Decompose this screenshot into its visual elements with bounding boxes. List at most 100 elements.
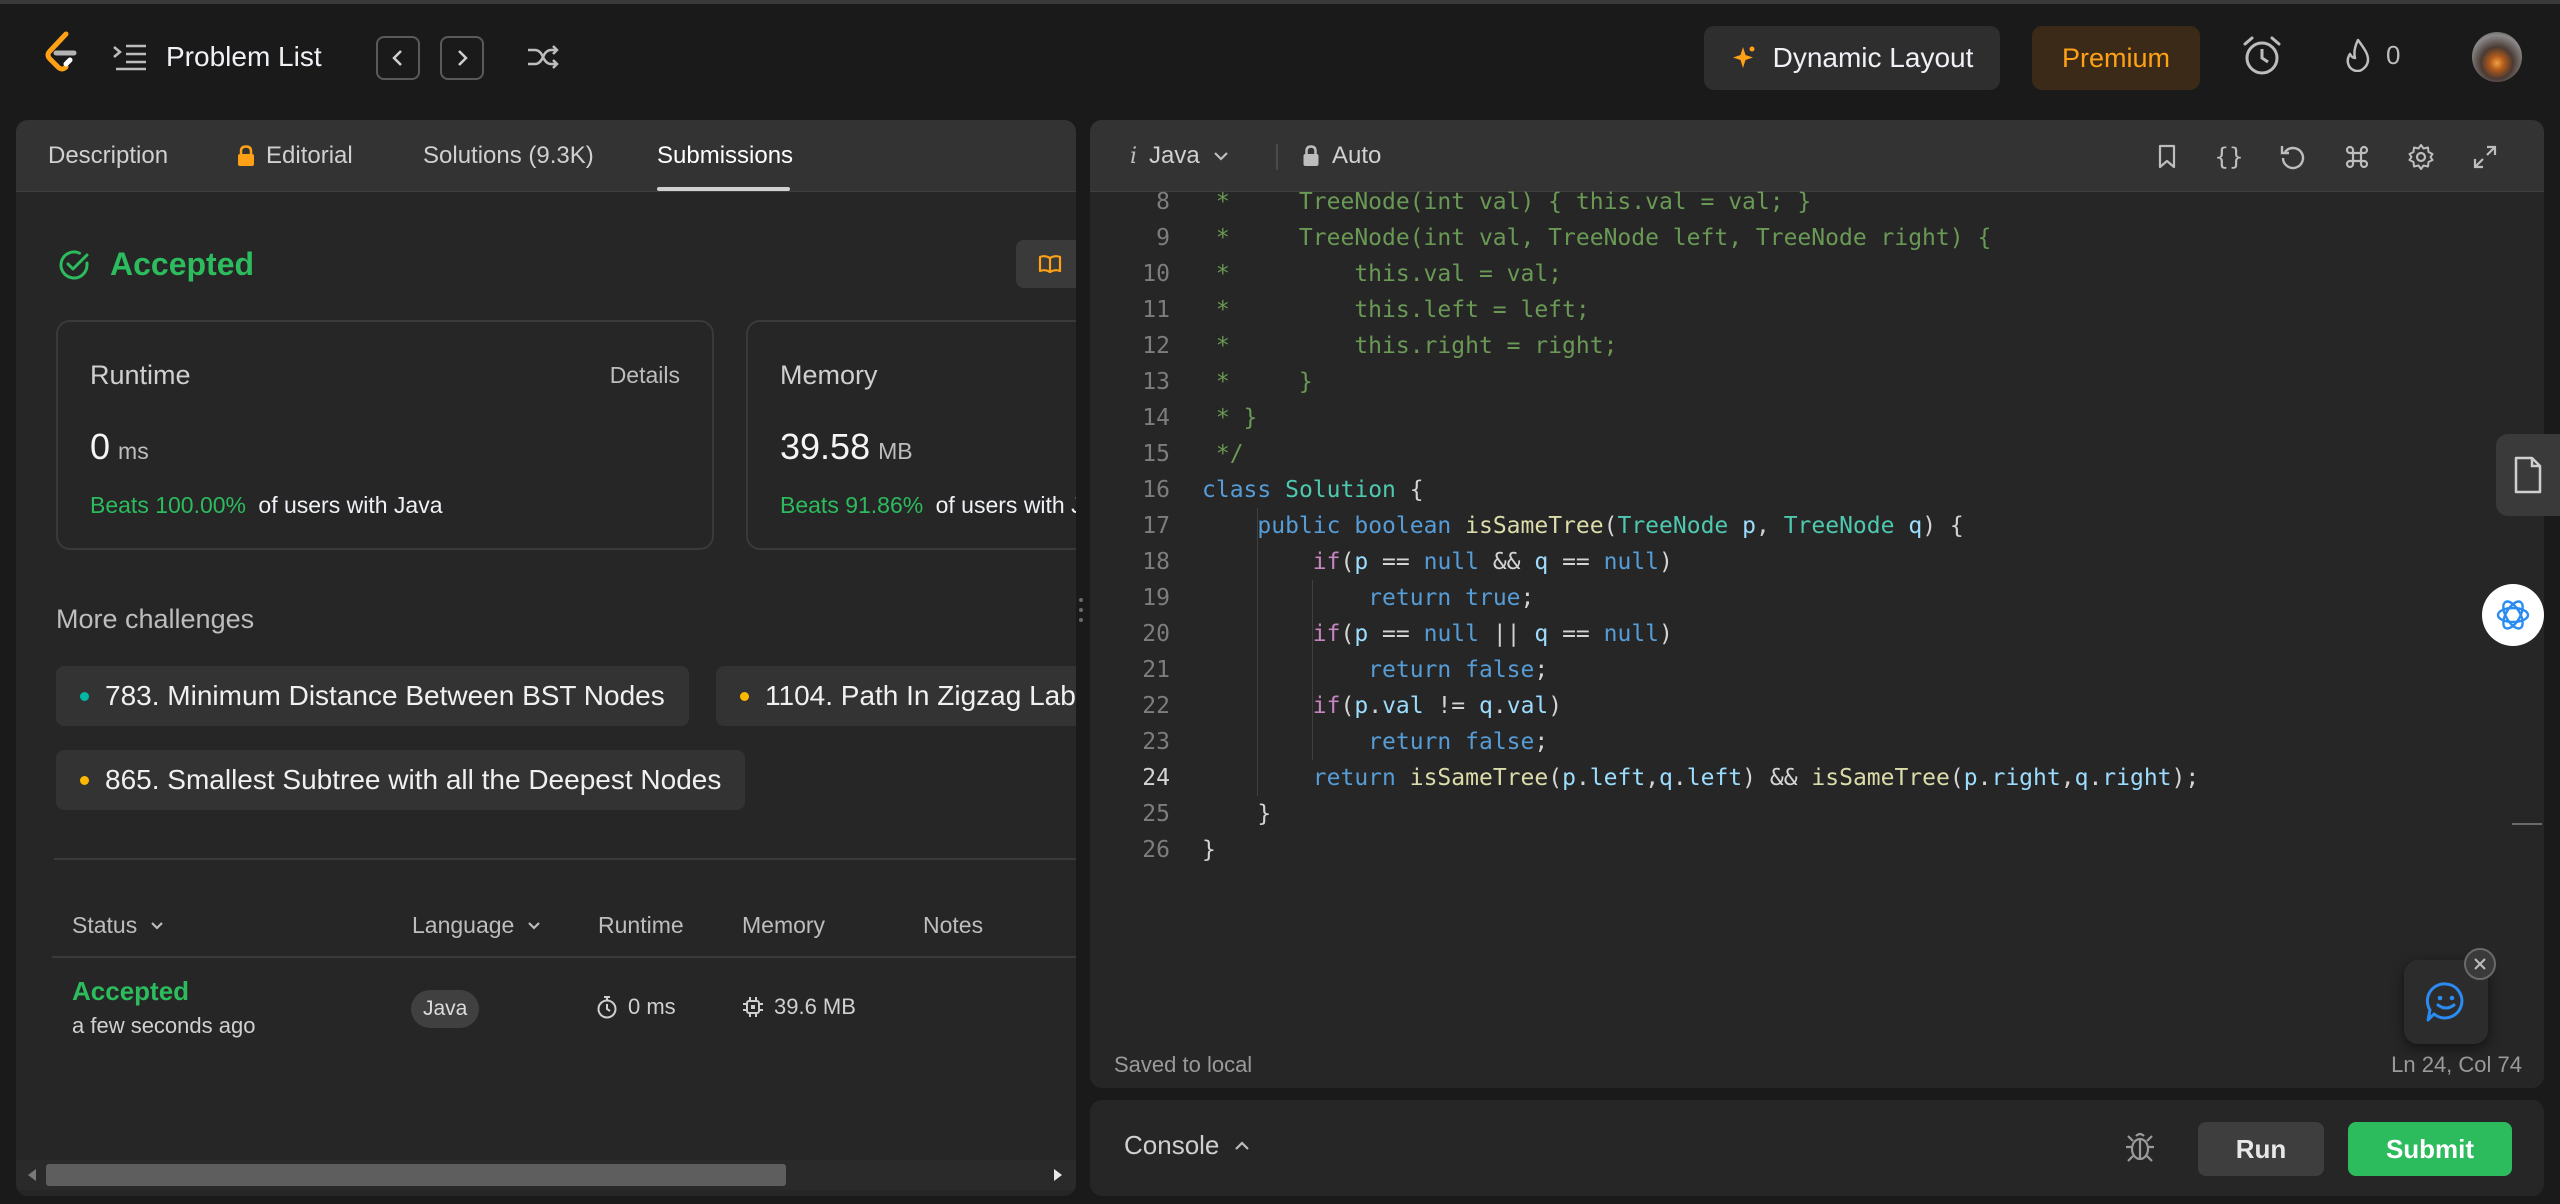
problem-list-label: Problem List bbox=[166, 41, 322, 72]
chat-smile-icon bbox=[2424, 980, 2468, 1024]
fullscreen-button[interactable] bbox=[2470, 142, 2500, 172]
line-number: 15 bbox=[1142, 441, 1170, 467]
runtime-unit: ms bbox=[118, 438, 149, 464]
table-row[interactable]: Accepted a few seconds ago bbox=[72, 976, 255, 1039]
memory-value: 39.58 bbox=[780, 426, 871, 467]
runtime-card[interactable]: Runtime Details 0 ms Beats 100.00% of use… bbox=[56, 320, 714, 550]
tab-editorial[interactable]: Editorial bbox=[236, 120, 353, 192]
memory-beats: Beats 91.86% of users with Java bbox=[780, 492, 1076, 519]
stopwatch-icon bbox=[596, 995, 618, 1019]
row-memory-value: 39.6 MB bbox=[774, 994, 856, 1019]
code-line[interactable]: 17 public boolean isSameTree(TreeNode p,… bbox=[1090, 508, 2544, 544]
console-bar: Console Run Submit bbox=[1090, 1100, 2544, 1196]
user-avatar[interactable] bbox=[2472, 32, 2522, 82]
line-number: 25 bbox=[1142, 801, 1170, 827]
row-status-text[interactable]: Accepted bbox=[72, 976, 255, 1007]
dynamic-layout-label: Dynamic Layout bbox=[1772, 42, 1974, 73]
ai-assistant-button[interactable] bbox=[2482, 584, 2544, 646]
code-text: public boolean isSameTree(TreeNode p, Tr… bbox=[1257, 513, 1964, 539]
tab-submissions[interactable]: Submissions bbox=[657, 120, 793, 192]
run-button[interactable]: Run bbox=[2198, 1122, 2324, 1176]
reset-code-button[interactable] bbox=[2278, 142, 2308, 172]
timer-button[interactable] bbox=[2240, 34, 2284, 78]
code-area[interactable]: 8 * TreeNode(int val) { this.val = val; … bbox=[1090, 189, 2544, 996]
memory-card[interactable]: Memory 39.58 MB Beats 91.86% of users wit… bbox=[746, 320, 1076, 550]
column-header-language: Language bbox=[412, 912, 515, 938]
code-line[interactable]: 8 * TreeNode(int val) { this.val = val; … bbox=[1090, 184, 2544, 220]
info-icon: i bbox=[1130, 143, 1138, 169]
line-number: 23 bbox=[1142, 729, 1170, 755]
submit-button[interactable]: Submit bbox=[2348, 1122, 2512, 1176]
scroll-right-arrow-icon[interactable] bbox=[1052, 1168, 1064, 1182]
notes-side-tab[interactable] bbox=[2496, 434, 2560, 516]
format-code-button[interactable]: {} bbox=[2214, 142, 2244, 172]
problem-list-link[interactable]: Problem List bbox=[112, 36, 322, 78]
code-text: return false; bbox=[1368, 657, 1549, 683]
shuffle-button[interactable] bbox=[526, 42, 560, 72]
lock-icon bbox=[1302, 145, 1320, 167]
console-toggle[interactable]: Console bbox=[1124, 1130, 1251, 1161]
column-status-filter[interactable]: Status bbox=[72, 912, 165, 939]
section-divider bbox=[54, 858, 1076, 860]
runtime-details-link[interactable]: Details bbox=[610, 362, 680, 389]
challenge-chip[interactable]: 783. Minimum Distance Between BST Nodes bbox=[56, 666, 689, 726]
line-number: 19 bbox=[1142, 585, 1170, 611]
tab-editorial-label: Editorial bbox=[266, 142, 353, 169]
code-text: return false; bbox=[1368, 729, 1549, 755]
code-line[interactable]: 20 if(p == null || q == null) bbox=[1090, 616, 2544, 652]
horizontal-scrollbar[interactable] bbox=[16, 1160, 1076, 1190]
code-line[interactable]: 26} bbox=[1090, 832, 2544, 868]
code-line[interactable]: 13 * } bbox=[1090, 364, 2544, 400]
premium-button[interactable]: Premium bbox=[2032, 26, 2200, 90]
next-problem-button[interactable] bbox=[440, 36, 484, 80]
code-line[interactable]: 22 if(p.val != q.val) bbox=[1090, 688, 2544, 724]
language-select[interactable]: i Java bbox=[1130, 142, 1230, 170]
column-language-filter[interactable]: Language bbox=[412, 912, 542, 939]
editor-settings-button[interactable] bbox=[2406, 142, 2436, 172]
document-icon bbox=[2512, 456, 2544, 494]
top-navbar: Problem List Dynamic Layout Premium 0 bbox=[0, 0, 2560, 109]
memory-title: Memory bbox=[780, 360, 878, 390]
prev-problem-button[interactable] bbox=[376, 36, 420, 80]
auto-mode-toggle[interactable]: Auto bbox=[1302, 142, 1381, 170]
challenge-chip[interactable]: 1104. Path In Zigzag Labelling bbox=[716, 666, 1076, 726]
code-text: * this.left = left; bbox=[1202, 297, 1590, 323]
shortcuts-button[interactable] bbox=[2342, 142, 2372, 172]
tab-solutions[interactable]: Solutions (9.3K) bbox=[423, 120, 594, 192]
debug-button[interactable] bbox=[2124, 1130, 2156, 1164]
challenge-chip[interactable]: 865. Smallest Subtree with all the Deepe… bbox=[56, 750, 746, 810]
chat-close-button[interactable] bbox=[2464, 948, 2496, 980]
code-line[interactable]: 11 * this.left = left; bbox=[1090, 292, 2544, 328]
code-line[interactable]: 21 return false; bbox=[1090, 652, 2544, 688]
memory-unit: MB bbox=[878, 438, 913, 464]
scrollbar-marker bbox=[2512, 823, 2542, 825]
scroll-left-arrow-icon[interactable] bbox=[26, 1168, 38, 1182]
code-line[interactable]: 9 * TreeNode(int val, TreeNode left, Tre… bbox=[1090, 220, 2544, 256]
premium-label: Premium bbox=[2061, 42, 2170, 73]
row-runtime: 0 ms bbox=[596, 994, 676, 1020]
code-line[interactable]: 24 return isSameTree(p.left,q.left) && i… bbox=[1090, 760, 2544, 796]
tab-description[interactable]: Description bbox=[48, 120, 168, 192]
line-number: 8 bbox=[1156, 189, 1170, 215]
code-line[interactable]: 12 * this.right = right; bbox=[1090, 328, 2544, 364]
code-line[interactable]: 25 } bbox=[1090, 796, 2544, 832]
code-line[interactable]: 19 return true; bbox=[1090, 580, 2544, 616]
scrollbar-thumb[interactable] bbox=[46, 1164, 786, 1186]
active-tab-indicator bbox=[657, 187, 790, 191]
code-line[interactable]: 18 if(p == null && q == null) bbox=[1090, 544, 2544, 580]
leetcode-logo-icon[interactable] bbox=[40, 30, 84, 78]
close-icon bbox=[2473, 957, 2487, 971]
code-line[interactable]: 16 class Solution { bbox=[1090, 472, 2544, 508]
editorial-button[interactable] bbox=[1016, 240, 1076, 288]
code-line[interactable]: 14 * } bbox=[1090, 400, 2544, 436]
streak-counter[interactable]: 0 bbox=[2344, 38, 2400, 72]
code-line[interactable]: 15 */ bbox=[1090, 436, 2544, 472]
chevron-down-icon bbox=[149, 920, 165, 932]
code-line[interactable]: 23 return false; bbox=[1090, 724, 2544, 760]
bookmark-button[interactable] bbox=[2152, 142, 2182, 172]
code-line[interactable]: 10 * this.val = val; bbox=[1090, 256, 2544, 292]
chevron-down-icon bbox=[1212, 150, 1230, 162]
challenge-label: 783. Minimum Distance Between BST Nodes bbox=[105, 680, 665, 711]
dynamic-layout-button[interactable]: Dynamic Layout bbox=[1704, 26, 2000, 90]
panel-resize-handle[interactable] bbox=[1078, 596, 1084, 624]
